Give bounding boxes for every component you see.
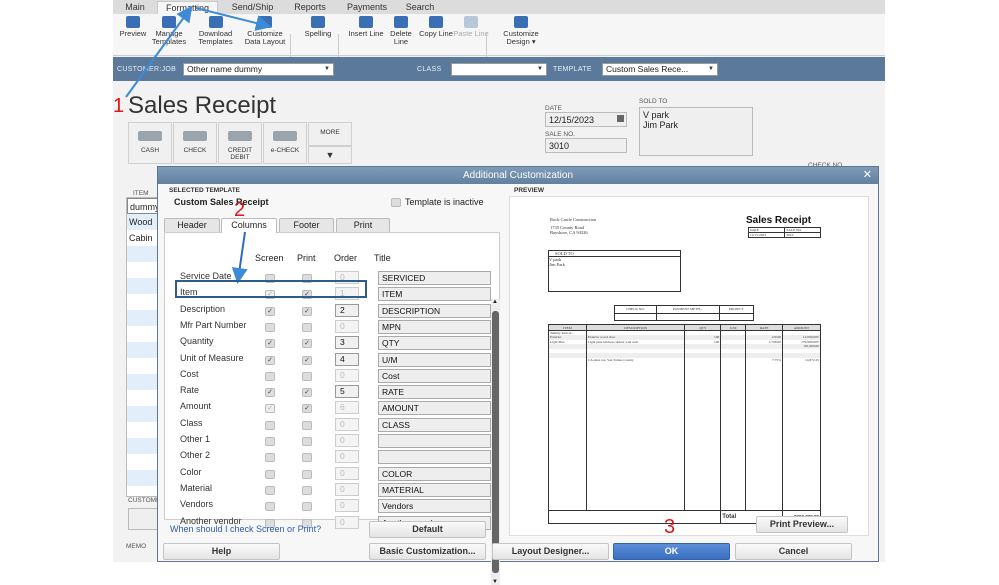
item-row-highlight: [175, 280, 367, 298]
step-2-label: 2: [234, 199, 246, 221]
step-1-label: 1: [113, 95, 125, 117]
annotation-arrow: [231, 231, 248, 284]
scroll-down-icon[interactable]: ▼: [492, 579, 498, 585]
annotation-arrow: [195, 7, 272, 31]
step-3-label: 3: [664, 516, 676, 538]
annotation-arrow: [125, 5, 193, 98]
annotation-overlay: [125, 5, 367, 298]
